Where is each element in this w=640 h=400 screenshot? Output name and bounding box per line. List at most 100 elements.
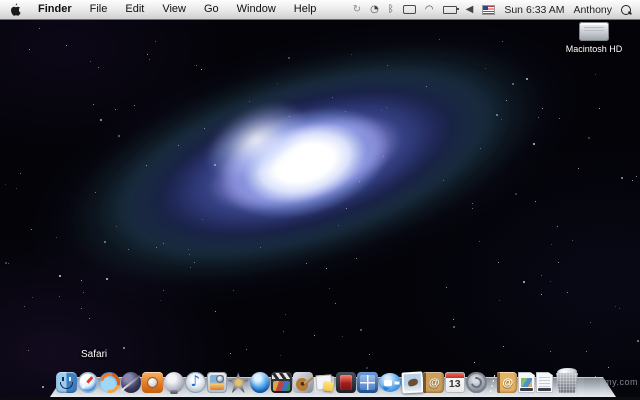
star bbox=[632, 180, 633, 181]
input-flag-icon[interactable] bbox=[482, 5, 495, 15]
dock-item-preview[interactable] bbox=[401, 371, 423, 393]
star bbox=[595, 74, 596, 75]
star bbox=[572, 240, 573, 241]
star bbox=[599, 108, 600, 109]
star bbox=[329, 288, 330, 289]
star bbox=[498, 262, 499, 263]
dock-item-document-1[interactable] bbox=[518, 372, 535, 393]
star bbox=[66, 45, 67, 46]
star bbox=[615, 306, 616, 307]
star bbox=[590, 322, 591, 323]
dock-item-trash[interactable] bbox=[554, 368, 580, 393]
bluetooth-icon[interactable]: ᛒ bbox=[388, 0, 394, 19]
spotlight-icon[interactable] bbox=[621, 5, 631, 15]
dock-item-photo-booth[interactable] bbox=[336, 372, 357, 393]
menu-edit[interactable]: Edit bbox=[116, 0, 153, 19]
dock: @ 13 @ bbox=[0, 354, 640, 400]
star bbox=[535, 201, 536, 202]
dock-item-itunes[interactable] bbox=[185, 372, 206, 393]
apple-menu[interactable] bbox=[0, 0, 29, 19]
dock-item-garageband[interactable] bbox=[293, 372, 314, 393]
star bbox=[215, 311, 216, 312]
star bbox=[541, 294, 542, 295]
dock-item-safari[interactable] bbox=[78, 372, 99, 393]
dock-item-crystal-ball-app[interactable] bbox=[164, 372, 185, 393]
menu-view[interactable]: View bbox=[153, 0, 195, 19]
star bbox=[5, 262, 7, 264]
star bbox=[567, 292, 568, 293]
star bbox=[39, 28, 40, 29]
dock-item-address-book-2[interactable]: @ bbox=[497, 372, 518, 393]
star bbox=[28, 350, 29, 351]
star bbox=[503, 346, 504, 347]
star bbox=[81, 308, 82, 309]
star bbox=[201, 69, 202, 70]
time-machine-icon[interactable]: ◔ bbox=[370, 0, 379, 19]
battery-icon[interactable] bbox=[443, 6, 457, 14]
star bbox=[246, 349, 247, 350]
star bbox=[115, 109, 116, 110]
menu-file[interactable]: File bbox=[81, 0, 117, 19]
menu-bar-clock[interactable]: Sun 6:33 AM bbox=[504, 4, 564, 16]
star bbox=[637, 340, 639, 342]
hard-drive-icon bbox=[579, 22, 609, 41]
star bbox=[90, 61, 91, 62]
user-menu[interactable]: Anthony bbox=[573, 4, 612, 16]
volume-icon[interactable]: ◀ bbox=[466, 0, 474, 19]
star bbox=[20, 173, 21, 174]
dock-item-ichat[interactable] bbox=[379, 373, 401, 392]
star bbox=[149, 59, 150, 60]
dock-item-imovie[interactable] bbox=[271, 372, 292, 393]
star bbox=[621, 177, 623, 179]
star bbox=[453, 326, 455, 328]
dock-item-iphoto[interactable] bbox=[207, 372, 228, 393]
menu-bar-left: Finder File Edit View Go Window Help bbox=[0, 0, 325, 19]
star bbox=[541, 275, 542, 276]
star bbox=[446, 287, 447, 288]
dock-item-ical[interactable]: 13 bbox=[445, 372, 466, 393]
dock-item-pen-orb-app[interactable] bbox=[121, 372, 142, 393]
star bbox=[93, 104, 94, 105]
star bbox=[479, 241, 480, 242]
wallpaper: digitalblasphemy.com bbox=[0, 0, 640, 400]
menu-window[interactable]: Window bbox=[228, 0, 285, 19]
displays-icon[interactable] bbox=[403, 5, 416, 14]
dock-item-finder[interactable] bbox=[56, 372, 77, 393]
star bbox=[586, 351, 587, 352]
star bbox=[588, 137, 590, 139]
star bbox=[558, 262, 559, 263]
dock-item-firefox[interactable] bbox=[99, 372, 120, 393]
dock-item-spaces[interactable] bbox=[357, 372, 378, 393]
dock-item-blue-disc-app[interactable] bbox=[250, 372, 271, 393]
star bbox=[314, 335, 315, 336]
star bbox=[8, 263, 9, 264]
dock-tooltip-safari: Safari bbox=[81, 349, 107, 360]
star bbox=[551, 244, 552, 245]
star bbox=[285, 314, 286, 315]
desktop-icon-macintosh-hd[interactable]: Macintosh HD bbox=[562, 22, 626, 54]
menu-finder[interactable]: Finder bbox=[29, 0, 81, 19]
dock-item-document-2[interactable] bbox=[536, 372, 553, 393]
dock-item-time-machine[interactable] bbox=[466, 372, 487, 393]
sync-icon[interactable]: ↻ bbox=[353, 0, 361, 19]
star bbox=[98, 67, 99, 68]
ical-day-number: 13 bbox=[449, 379, 461, 390]
star bbox=[16, 188, 17, 189]
star bbox=[155, 41, 156, 42]
star bbox=[283, 331, 284, 332]
menu-go[interactable]: Go bbox=[195, 0, 228, 19]
star bbox=[32, 297, 33, 298]
star bbox=[453, 319, 454, 320]
menu-help[interactable]: Help bbox=[285, 0, 326, 19]
star bbox=[335, 303, 336, 304]
star bbox=[360, 329, 362, 331]
dock-item-address-book[interactable]: @ bbox=[423, 372, 444, 393]
dock-item-star-app[interactable] bbox=[228, 372, 249, 393]
star bbox=[100, 119, 102, 121]
dock-item-projector-app[interactable] bbox=[142, 372, 163, 393]
address-book-at-glyph: @ bbox=[429, 377, 440, 389]
star bbox=[499, 300, 500, 301]
dock-item-paper-stack-app[interactable] bbox=[314, 372, 335, 393]
star bbox=[29, 49, 30, 50]
airport-icon[interactable]: ◠ bbox=[425, 0, 434, 19]
